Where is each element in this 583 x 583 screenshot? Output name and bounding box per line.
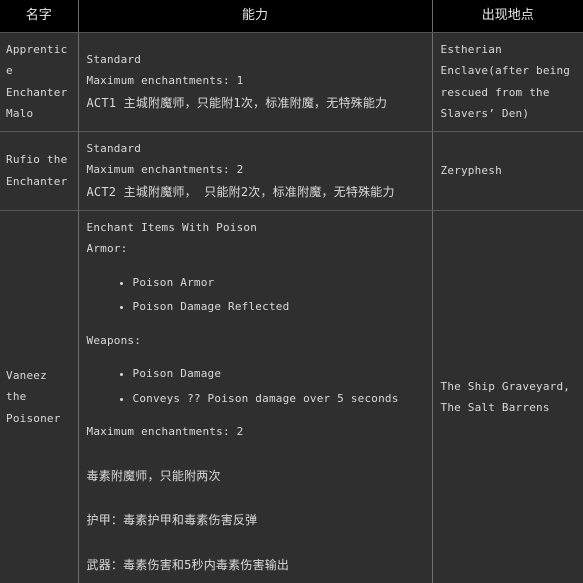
weapons-label: Weapons: [86,333,142,347]
ability-line-cjk: 毒素附魔师，只能附两次 [86,468,221,483]
list-item: Poison Damage Reflected [133,296,426,317]
table-row: Vaneez the Poisoner Enchant Items With P… [0,210,583,583]
list-item: Poison Armor [133,272,426,293]
ability-line-cjk: ACT2 主城附魔师， 只能附2次，标准附魔，无特殊能力 [86,184,395,199]
cell-ability: Enchant Items With Poison Armor: Poison … [78,210,433,583]
table-body: Apprentice Enchanter Malo Standard Maxim… [0,32,583,583]
max-enchantments-line: Maximum enchantments: 2 [86,425,244,439]
cell-ability: Standard Maximum enchantments: 1 ACT1 主城… [78,32,433,132]
armor-label: Armor: [86,242,128,256]
enchanters-table: 名字 能力 出现地点 Apprentice Enchanter Malo Sta… [0,0,583,583]
table-header: 名字 能力 出现地点 [0,0,583,33]
list-item: Poison Damage [133,363,426,384]
ability-line: Standard [86,52,142,66]
list-item: Conveys ?? Poison damage over 5 seconds [133,388,426,409]
cell-name: Rufio the Enchanter [0,131,79,212]
weapons-bullet-list: Poison Damage Conveys ?? Poison damage o… [87,363,426,409]
table-row: Rufio the Enchanter Standard Maximum enc… [0,131,583,212]
ability-line-cjk: ACT1 主城附魔师，只能附1次，标准附魔，无特殊能力 [86,95,388,110]
cell-name: Vaneez the Poisoner [0,210,79,583]
column-header-name: 名字 [0,0,79,33]
cell-name: Apprentice Enchanter Malo [0,32,79,132]
ability-line: Maximum enchantments: 2 [86,163,244,177]
ability-title: Enchant Items With Poison [86,221,258,235]
armor-bullet-list: Poison Armor Poison Damage Reflected [87,272,426,318]
table-header-row: 名字 能力 出现地点 [0,0,583,33]
column-header-ability: 能力 [78,0,433,33]
ability-line-cjk: 武器：毒素伤害和5秒内毒素伤害输出 [86,558,290,573]
cell-location: Zeryphesh [432,131,583,212]
ability-line-cjk: 护甲：毒素护甲和毒素伤害反弹 [86,513,258,528]
cell-location: The Ship Graveyard, The Salt Barrens [432,210,583,583]
column-header-location: 出现地点 [432,0,583,33]
table-row: Apprentice Enchanter Malo Standard Maxim… [0,32,583,132]
cell-ability: Standard Maximum enchantments: 2 ACT2 主城… [78,131,433,212]
cell-location: Estherian Enclave(after being rescued fr… [432,32,583,132]
ability-line: Standard [86,141,142,155]
ability-line: Maximum enchantments: 1 [86,74,244,88]
